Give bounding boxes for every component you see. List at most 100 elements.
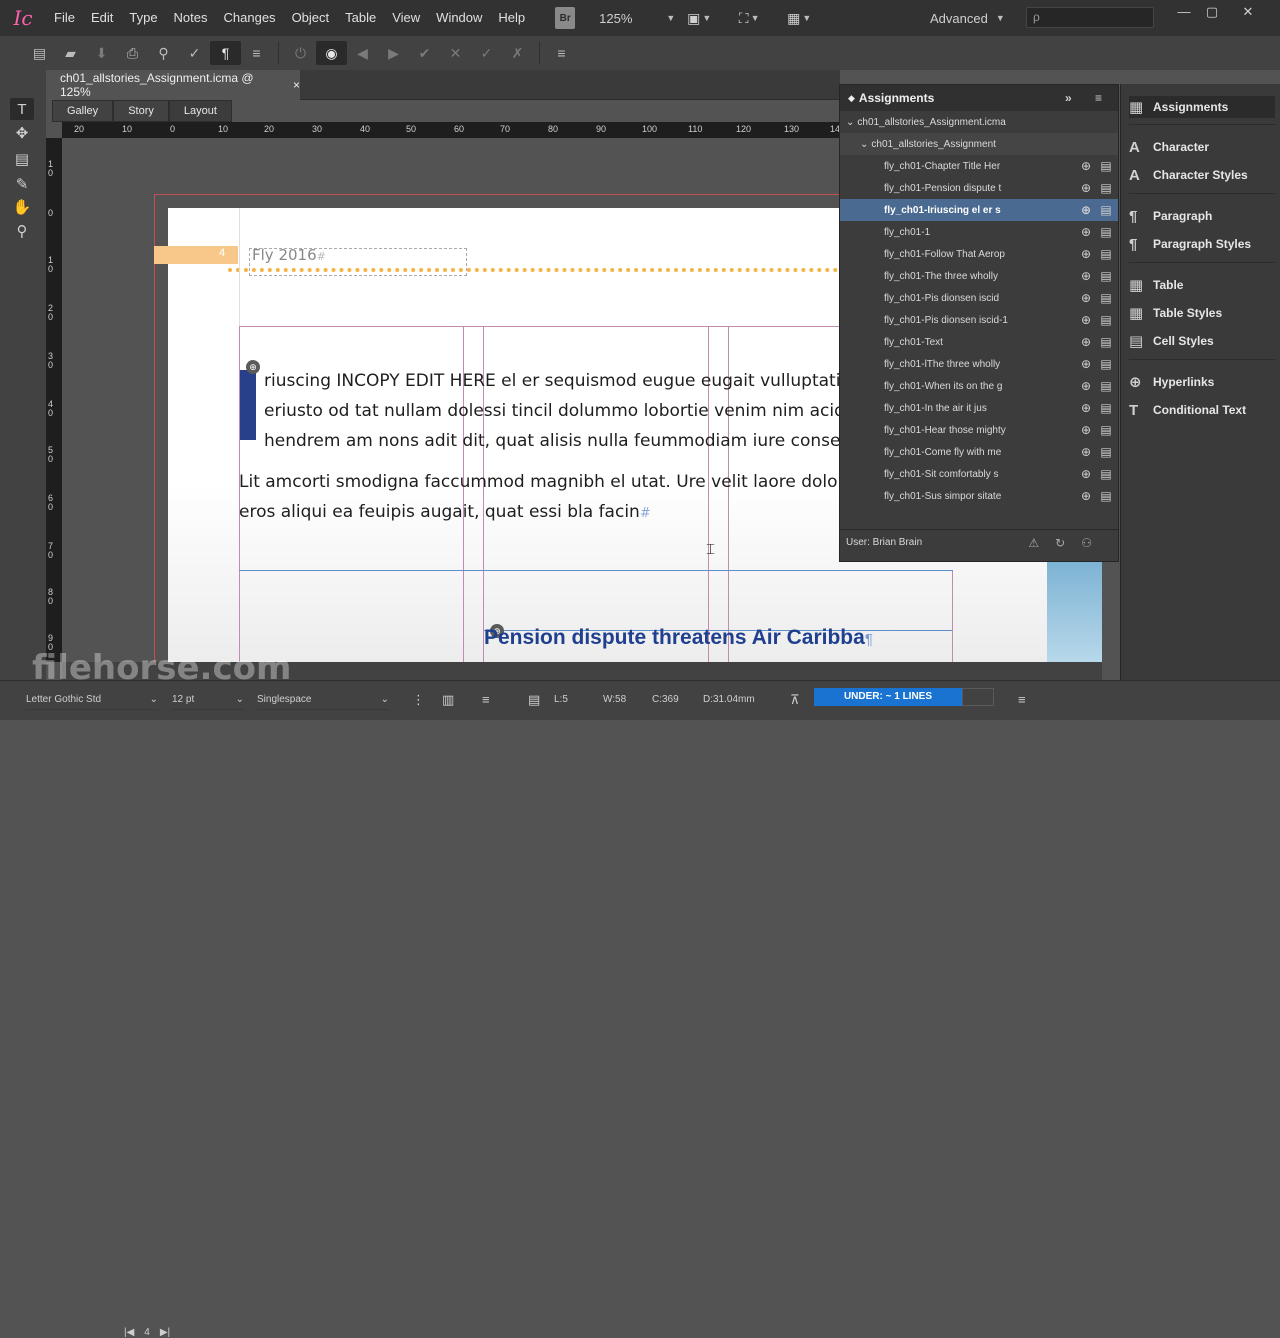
accept-all-icon[interactable]: ✓ [471,41,502,65]
story-row[interactable]: fly_ch01-Pension dispute t ⊕ ▤ [840,177,1118,199]
more-icon[interactable]: ≡ [546,41,577,65]
story-doc-icon[interactable]: ▤ [1098,445,1114,459]
find-icon[interactable]: ⚲ [148,41,179,65]
columns-icon[interactable]: ▥ [442,690,454,710]
bridge-button[interactable]: Br [555,7,576,29]
story-doc-icon[interactable]: ▤ [1098,313,1114,327]
menu-type[interactable]: Type [121,0,165,36]
story-row[interactable]: fly_ch01-The three wholly ⊕ ▤ [840,265,1118,287]
dock-item-paragraph-styles[interactable]: ¶ Paragraph Styles [1129,233,1275,255]
hand-tool-icon[interactable]: ✋ [10,196,34,218]
print-icon[interactable]: ⎙ [117,41,148,65]
body-text-frame[interactable]: Lit amcorti smodigna faccummod magnibh e… [239,467,855,529]
story-row[interactable]: fly_ch01-lThe three wholly ⊕ ▤ [840,353,1118,375]
panel-actions[interactable]: ⚠↻⚇ [1028,536,1108,550]
next-page-icon[interactable]: ▶| [160,1327,170,1338]
dock-item-paragraph[interactable]: ¶ Paragraph [1129,205,1275,227]
dock-item-table[interactable]: ▦ Table [1129,274,1275,296]
panel-menu-icon[interactable]: » ≡ [1065,91,1112,105]
dock-item-character-styles[interactable]: A Character Styles [1129,164,1275,186]
story-headline[interactable]: Pension dispute threatens Air Caribba¶ [484,626,873,650]
story-doc-icon[interactable]: ▤ [1098,467,1114,481]
body-text-frame[interactable]: riuscing INCOPY EDIT HERE el er sequismo… [264,366,867,456]
running-header[interactable]: Fly 2016# [252,246,326,264]
open-icon[interactable]: ▰ [55,41,86,65]
story-doc-icon[interactable]: ▤ [1098,159,1114,173]
story-row[interactable]: fly_ch01-Sit comfortably s ⊕ ▤ [840,463,1118,485]
story-row[interactable]: fly_ch01-In the air it jus ⊕ ▤ [840,397,1118,419]
menu-notes[interactable]: Notes [166,0,216,36]
line-numbers-icon[interactable]: ⋮ [412,690,425,710]
minimize-button[interactable]: — [1170,4,1198,20]
zoom-select[interactable]: 125% ▼ [595,7,675,29]
document-tab[interactable]: ch01_allstories_Assignment.icma @ 125% × [46,70,300,100]
story-doc-icon[interactable]: ▤ [1098,203,1114,217]
save-icon[interactable]: ⬇ [86,41,117,65]
dock-item-table-styles[interactable]: ▦ Table Styles [1129,302,1275,324]
story-doc-icon[interactable]: ▤ [1098,181,1114,195]
menu-changes[interactable]: Changes [216,0,284,36]
menu-file[interactable]: File [46,0,83,36]
close-tab-icon[interactable]: × [293,78,300,92]
reject-all-icon[interactable]: ✗ [502,41,533,65]
eye-icon[interactable]: ◉ [316,41,347,65]
type-tool-icon[interactable]: T [10,98,34,120]
maximize-button[interactable]: ▢ [1198,4,1226,20]
story-row[interactable]: fly_ch01-Sus simpor sitate ⊕ ▤ [840,485,1118,507]
menu-table[interactable]: Table [337,0,384,36]
story-doc-icon[interactable]: ▤ [1098,291,1114,305]
more-icon[interactable]: ≡ [1018,690,1026,710]
menu-help[interactable]: Help [490,0,533,36]
menu-object[interactable]: Object [284,0,338,36]
accept-icon[interactable]: ✔ [409,41,440,65]
story-row[interactable]: fly_ch01-Come fly with me ⊕ ▤ [840,441,1118,463]
story-info-icon[interactable]: ▤ [528,690,540,710]
story-doc-icon[interactable]: ▤ [1098,247,1114,261]
story-doc-icon[interactable]: ▤ [1098,357,1114,371]
next-icon[interactable]: ▶ [378,41,409,65]
note-tool-icon[interactable]: ▤ [10,148,34,170]
eyedropper-icon[interactable]: ✎ [10,173,34,195]
dock-item-character[interactable]: A Character [1129,136,1275,158]
new-icon[interactable]: ▤ [24,41,55,65]
story-doc-icon[interactable]: ▤ [1098,423,1114,437]
dock-item-cell-styles[interactable]: ▤ Cell Styles [1129,330,1275,352]
font-select[interactable]: Letter Gothic Std ⌄ [26,690,158,710]
dock-item-hyperlinks[interactable]: ⊕ Hyperlinks [1129,371,1275,393]
power-icon[interactable]: ⏻ [285,41,316,65]
story-row[interactable]: fly_ch01-Hear those mighty ⊕ ▤ [840,419,1118,441]
story-doc-icon[interactable]: ▤ [1098,489,1114,503]
story-doc-icon[interactable]: ▤ [1098,335,1114,349]
close-button[interactable]: ✕ [1234,4,1262,20]
tab-galley[interactable]: Galley [52,100,114,122]
photo-frame[interactable] [1047,562,1102,662]
view-options-icon[interactable]: ▣ ▼ [685,7,713,29]
story-row[interactable]: fly_ch01-Text ⊕ ▤ [840,331,1118,353]
tab-layout[interactable]: Layout [168,100,232,122]
assignment-file-row[interactable]: ⌄ ch01_allstories_Assignment.icma [840,111,1118,133]
dock-item-conditional-text[interactable]: T Conditional Text [1129,399,1275,421]
story-doc-icon[interactable]: ▤ [1098,225,1114,239]
spellcheck-icon[interactable]: ✓ [179,41,210,65]
spacing-select[interactable]: Singlespace ⌄ [257,690,389,710]
story-row[interactable]: fly_ch01-Chapter Title Her ⊕ ▤ [840,155,1118,177]
menu-edit[interactable]: Edit [83,0,121,36]
screen-mode-icon[interactable]: ⛶ ▼ [735,7,763,29]
tab-story[interactable]: Story [113,100,169,122]
collapse-icon[interactable]: ◆ [848,93,855,104]
story-row[interactable]: fly_ch01-When its on the g ⊕ ▤ [840,375,1118,397]
menu-icon[interactable]: ≡ [241,41,272,65]
story-row[interactable]: fly_ch01-Pis dionsen iscid ⊕ ▤ [840,287,1118,309]
dock-item-assignments[interactable]: ▦ Assignments [1129,96,1275,118]
story-doc-icon[interactable]: ▤ [1098,401,1114,415]
page-number-field[interactable]: 4 [144,1327,150,1338]
position-tool-icon[interactable]: ✥ [10,122,34,144]
story-row[interactable]: fly_ch01-Follow That Aerop ⊕ ▤ [840,243,1118,265]
zoom-tool-icon[interactable]: ⚲ [10,220,34,242]
story-doc-icon[interactable]: ▤ [1098,379,1114,393]
search-input[interactable]: ρ [1026,7,1154,28]
reject-icon[interactable]: ✕ [440,41,471,65]
arrange-documents-icon[interactable]: ▦ ▼ [785,7,813,29]
story-doc-icon[interactable]: ▤ [1098,269,1114,283]
assignment-row[interactable]: ⌄ ch01_allstories_Assignment [840,133,1118,155]
